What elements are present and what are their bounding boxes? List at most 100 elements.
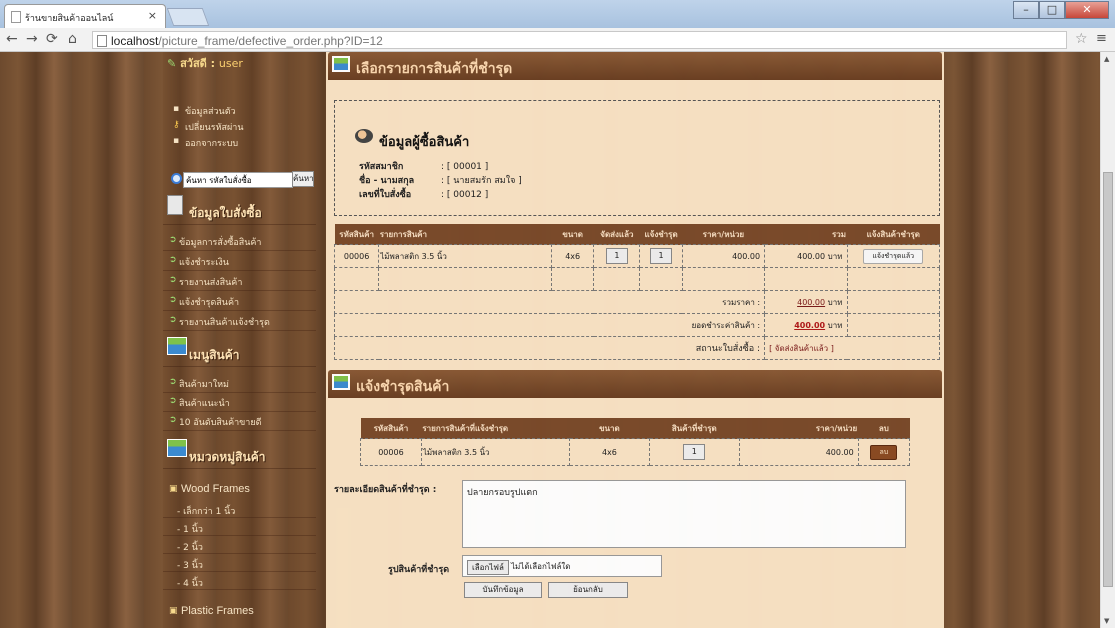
sidebar-item-recommended[interactable]: ➲ สินค้าแนะนำ (163, 392, 316, 412)
page-icon (11, 11, 21, 23)
document-icon (167, 195, 183, 215)
category-wood-under-1[interactable]: - เล็กกว่า 1 นิ้ว (163, 500, 316, 518)
defect-qty-input[interactable]: 1 (683, 444, 706, 460)
folder-icon: ▣ (169, 484, 178, 494)
scroll-thumb[interactable] (1103, 172, 1113, 587)
category-wood-4[interactable]: - 4 นิ้ว (163, 572, 316, 590)
browser-tab[interactable]: ร้านขายสินค้าออนไลน์ × (4, 4, 166, 28)
buyer-title: ข้อมูลผู้ซื้อสินค้า (379, 135, 470, 150)
bookmark-star-icon[interactable]: ☆ (1075, 31, 1088, 47)
sidebar-item-profile[interactable]: ▪ ข้อมูลส่วนตัว (163, 100, 316, 117)
order-search-input[interactable] (183, 172, 293, 188)
panel-report-defect-header: แจ้งชำรุดสินค้า (328, 370, 942, 398)
defect-items-table: รหัสสินค้า รายการสินค้าที่แจ้งชำรุด ขนาด… (360, 418, 911, 466)
close-window-button[interactable]: ✕ (1065, 1, 1109, 19)
sum-row: รวมราคา : 400.00 บาท (333, 290, 940, 314)
sidebar-item-new-products[interactable]: ➲ สินค้ามาใหม่ (163, 373, 316, 393)
buyer-info-box: ข้อมูลผู้ซื้อสินค้า รหัสสมาชิก: [ 00001 … (334, 100, 940, 216)
image-icon (332, 374, 350, 390)
category-wood-frames[interactable]: ▣ Wood Frames (163, 480, 316, 500)
defect-detail-textarea[interactable]: ปลายกรอบรูปแตก (462, 480, 906, 548)
sidebar-item-order-info[interactable]: ➲ ข้อมูลการสั่งซื้อสินค้า (163, 231, 316, 251)
users-icon (355, 129, 373, 143)
sidebar: ✎ สวัสดี : user ▪ ข้อมูลส่วนตัว ⚷ เปลี่ยนร… (163, 52, 316, 628)
image-icon (167, 439, 187, 457)
arrow-icon: ➲ (169, 415, 177, 425)
key-icon: ⚷ (173, 120, 180, 130)
file-status: ไม่ได้เลือกไฟล์ใด (511, 562, 571, 571)
section-orders: ข้อมูลใบสั่งซื้อ (163, 190, 316, 225)
paid-row: ยอดชำระค่าสินค้า : 400.00 บาท (333, 313, 940, 337)
arrow-icon: ➲ (169, 235, 177, 245)
sidebar-item-shipping-report[interactable]: ➲ รายงานส่งสินค้า (163, 271, 316, 291)
panel-select-defective-header: เลือกรายการสินค้าที่ชำรุด (328, 52, 942, 80)
home-icon[interactable]: ⌂ (68, 31, 77, 47)
arrow-icon: ➲ (169, 295, 177, 305)
reload-icon[interactable]: ⟳ (46, 31, 58, 47)
category-wood-3[interactable]: - 3 นิ้ว (163, 554, 316, 572)
file-input[interactable]: เลือกไฟล์ ไม่ได้เลือกไฟล์ใด (462, 555, 662, 577)
delete-button[interactable]: ลบ (870, 444, 898, 460)
table-header: รหัสสินค้า รายการสินค้าที่แจ้งชำรุด ขนาด… (360, 418, 910, 439)
sidebar-item-payment[interactable]: ➲ แจ้งชำระเงิน (163, 251, 316, 271)
search-button[interactable]: ค้นหา (292, 171, 314, 187)
sidebar-item-defect-report[interactable]: ➲ รายงานสินค้าแจ้งชำรุด (163, 311, 316, 331)
menu-icon[interactable]: ≡ (1096, 31, 1107, 46)
table-row: 00006 ไม้พลาสติก 3.5 นิ้ว 4x6 1 1 400.00… (333, 244, 940, 268)
tab-close-icon[interactable]: × (148, 9, 157, 22)
sidebar-item-report-defect[interactable]: ➲ แจ้งชำรุดสินค้า (163, 291, 316, 311)
arrow-icon: ➲ (169, 377, 177, 387)
page-viewport: ✎ สวัสดี : user ▪ ข้อมูลส่วนตัว ⚷ เปลี่ยนร… (0, 52, 1100, 628)
sum-value: 400.00 (797, 297, 826, 307)
image-label: รูปสินค้าที่ชำรุด (388, 565, 450, 575)
table-header: รหัสสินค้า รายการสินค้า ขนาด จัดส่งแล้ว … (334, 224, 940, 245)
save-button[interactable]: บันทึกข้อมูล (464, 582, 542, 598)
scroll-down-icon[interactable]: ▼ (1104, 617, 1109, 625)
image-icon (167, 337, 187, 355)
order-items-table: รหัสสินค้า รายการสินค้า ขนาด จัดส่งแล้ว … (333, 224, 940, 360)
arrow-icon: ➲ (169, 396, 177, 406)
sidebar-item-logout[interactable]: ▪ ออกจากระบบ (163, 132, 316, 149)
paid-value: 400.00 (794, 320, 826, 330)
scroll-up-icon[interactable]: ▲ (1104, 55, 1109, 63)
report-defect-button[interactable]: แจ้งชำรุดแล้ว (863, 248, 924, 264)
minimize-button[interactable]: – (1013, 1, 1039, 19)
sidebar-item-top10[interactable]: ➲ 10 อันดับสินค้าขายดี (163, 411, 316, 431)
table-row-empty (333, 267, 940, 291)
browser-toolbar: ← → ⟳ ⌂ localhost/picture_frame/defectiv… (0, 28, 1115, 52)
sidebar-item-change-password[interactable]: ⚷ เปลี่ยนรหัสผ่าน (163, 116, 316, 133)
page-icon (97, 35, 107, 47)
status-row: สถานะใบสั่งซื้อ : [ จัดส่งสินค้าแล้ว ] (333, 336, 940, 360)
category-plastic-frames[interactable]: ▣ Plastic Frames (163, 602, 316, 622)
tab-title: ร้านขายสินค้าออนไลน์ (25, 14, 114, 24)
forward-arrow-icon[interactable]: → (26, 31, 38, 47)
detail-label: รายละเอียดสินค้าที่ชำรุด : (334, 485, 437, 495)
name-row: ชื่อ - นามสกุล: [ นายสมรัก สมใจ ] (359, 176, 522, 186)
back-button[interactable]: ย้อนกลับ (548, 582, 628, 598)
vertical-scrollbar[interactable]: ▲ ▼ (1100, 52, 1115, 628)
image-icon (332, 56, 350, 72)
main-content: เลือกรายการสินค้าที่ชำรุด ข้อมูลผู้ซื้อส… (326, 52, 944, 628)
address-bar[interactable]: localhost/picture_frame/defective_order.… (92, 31, 1067, 49)
arrow-icon: ➲ (169, 315, 177, 325)
category-wood-2[interactable]: - 2 นิ้ว (163, 536, 316, 554)
folder-icon: ▣ (169, 606, 178, 616)
arrow-icon: ➲ (169, 275, 177, 285)
user-icon: ✎ (167, 57, 177, 70)
defective-qty-input[interactable]: 1 (650, 248, 673, 264)
shipped-qty: 1 (605, 248, 628, 264)
back-arrow-icon[interactable]: ← (6, 31, 18, 47)
panel-title: แจ้งชำรุดสินค้า (356, 379, 450, 395)
member-id-row: รหัสสมาชิก: [ 00001 ] (359, 162, 489, 172)
url-text: localhost/picture_frame/defective_order.… (111, 34, 383, 48)
browser-titlebar: ร้านขายสินค้าออนไลน์ × – □ ✕ (0, 0, 1115, 28)
category-wood-1[interactable]: - 1 นิ้ว (163, 518, 316, 536)
panel-title: เลือกรายการสินค้าที่ชำรุด (356, 61, 513, 77)
greeting: ✎ สวัสดี : user (167, 57, 243, 70)
new-tab-button[interactable] (166, 8, 210, 26)
maximize-button[interactable]: □ (1039, 1, 1065, 19)
choose-file-button[interactable]: เลือกไฟล์ (467, 560, 509, 575)
order-no-row: เลขที่ใบสั่งซื้อ: [ 00012 ] (359, 190, 489, 200)
arrow-icon: ➲ (169, 255, 177, 265)
section-products: เมนูสินค้า (163, 332, 316, 367)
